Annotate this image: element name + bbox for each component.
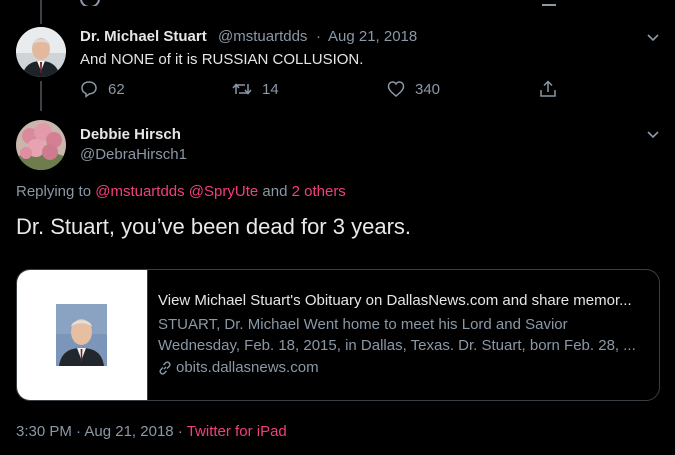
replying-to-prefix: Replying to (16, 183, 92, 200)
tweet-time[interactable]: 3:30 PM (16, 423, 72, 440)
tweet-source-dot: · (177, 423, 183, 440)
replying-to-others[interactable]: 2 others (292, 183, 346, 200)
replying-to: Replying to @mstuartdds @SpryUte and 2 o… (16, 183, 346, 200)
main-more-icon[interactable] (646, 127, 660, 139)
top-reply-date[interactable]: Aug 21, 2018 (328, 28, 417, 45)
reply-button[interactable]: 62 (80, 80, 125, 98)
heart-icon (387, 80, 405, 98)
retweet-count: 14 (262, 80, 279, 98)
top-reply-display-name[interactable]: Dr. Michael Stuart (80, 28, 207, 45)
tweet-date[interactable]: Aug 21, 2018 (84, 423, 173, 440)
link-icon (158, 360, 172, 375)
card-description-line-2: Wednesday, Feb. 18, 2015, in Dallas, Tex… (158, 337, 636, 354)
top-reply-more-icon[interactable] (646, 30, 660, 42)
card-description-line-1: STUART, Dr. Michael Went home to meet hi… (158, 316, 568, 333)
card-domain-text: obits.dallasnews.com (176, 359, 319, 376)
main-tweet-text: Dr. Stuart, you’ve been dead for 3 years… (16, 214, 412, 239)
top-reply-text: And NONE of it is RUSSIAN COLLUSION. (80, 51, 364, 68)
card-domain: obits.dallasnews.com (158, 359, 654, 376)
stuart-avatar[interactable] (16, 27, 66, 77)
link-card[interactable]: View Michael Stuart's Obituary on Dallas… (16, 269, 660, 401)
top-reply-dot: · (316, 28, 321, 45)
tweet-source[interactable]: Twitter for iPad (187, 423, 287, 440)
hirsch-avatar[interactable] (16, 120, 66, 170)
tweet-time-dot: · (76, 423, 82, 440)
main-display-name[interactable]: Debbie Hirsch (80, 126, 181, 143)
like-count: 340 (415, 80, 441, 98)
share-button[interactable] (539, 80, 557, 98)
retweet-icon (232, 80, 252, 98)
card-title: View Michael Stuart's Obituary on Dallas… (158, 292, 632, 309)
card-thumbnail (17, 270, 148, 400)
main-handle[interactable]: @DebraHirsch1 (80, 146, 187, 163)
reply-count: 62 (108, 80, 125, 98)
like-button[interactable]: 340 (387, 80, 440, 98)
retweet-button[interactable]: 14 (232, 80, 279, 98)
replying-to-and: and (262, 183, 288, 200)
top-reply-tweet[interactable]: Dr. Michael Stuart @mstuartdds · Aug 21,… (0, 0, 675, 112)
share-icon (539, 80, 557, 98)
top-reply-handle[interactable]: @mstuartdds (218, 28, 307, 45)
tweet-timestamp-row: 3:30 PM · Aug 21, 2018 · Twitter for iPa… (16, 423, 287, 440)
reply-icon (80, 80, 98, 98)
replying-to-users[interactable]: @mstuartdds @SpryUte (95, 183, 258, 200)
